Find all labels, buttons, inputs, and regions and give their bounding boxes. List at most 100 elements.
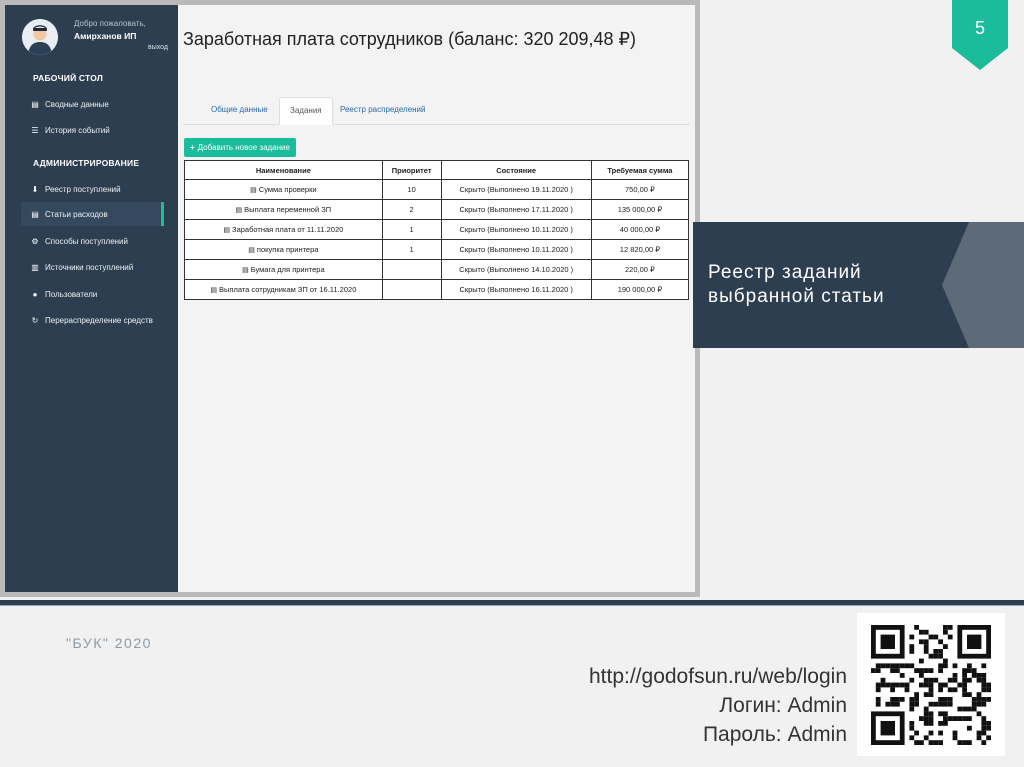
refresh-icon: ↻ (31, 315, 39, 325)
section-title-admin: АДМИНИСТРИРОВАНИЕ (33, 158, 140, 168)
sidebar-item-income-sources[interactable]: ▥ Источники поступлений (21, 255, 164, 279)
cell-status: Скрыто (Выполнено 16.11.2020 ) (440, 279, 592, 300)
column-header-name: Наименование (184, 160, 383, 180)
cell-priority: 1 (381, 219, 442, 240)
column-header-amount: Требуемая сумма (590, 160, 690, 180)
table-row[interactable]: ▤ покупка принтера 1 Скрыто (Выполнено 10… (184, 239, 690, 260)
cell-status: Скрыто (Выполнено 10.11.2020 ) (440, 219, 592, 240)
cell-amount: 40 000,00 ₽ (590, 219, 690, 240)
bar-chart-icon: ▥ (31, 262, 39, 272)
task-name: Бумага для принтера (250, 265, 325, 274)
tasks-table: Наименование Приоритет Состояние Требуем… (184, 160, 690, 300)
slide-number: 5 (974, 18, 985, 38)
download-icon: ⬇ (31, 184, 39, 194)
page-title: Заработная плата сотрудников (баланс: 32… (183, 29, 637, 49)
server-icon: ▤ (31, 209, 39, 219)
sidebar-item-label: Статьи расходов (45, 209, 108, 219)
sidebar-item-label: Сводные данные (45, 99, 109, 109)
tab-bar: Общие данные Задания Реестр распределени… (183, 97, 690, 125)
server-icon: ▤ (235, 207, 243, 214)
plus-icon: + (190, 143, 195, 152)
sidebar-item-label: Перераспределение средств (45, 315, 153, 325)
table-row[interactable]: ▤ Выплата переменной ЗП 2 Скрыто (Выполне… (184, 199, 690, 220)
sidebar-item-label: История событий (45, 125, 110, 135)
cell-name[interactable]: ▤ Выплата переменной ЗП (184, 199, 383, 220)
server-icon: ▤ (250, 187, 257, 194)
task-name: Выплата переменной ЗП (244, 205, 332, 214)
app-screenshot: Добро пожаловать, Амирханов ИП выход РАБ… (0, 0, 700, 597)
tab-general[interactable]: Общие данные (201, 97, 278, 123)
logout-link[interactable]: выход (148, 44, 168, 51)
qr-code (857, 613, 1005, 756)
footer-year: "БУК" 2020 (66, 635, 152, 651)
footer-divider-thin (0, 605, 1024, 606)
gear-icon: ⚙ (31, 236, 39, 246)
cell-priority: 2 (381, 199, 442, 220)
add-task-button[interactable]: + Добавить новое задание (184, 138, 296, 157)
table-row[interactable]: ▤ Выплата сотрудникам ЗП от 16.11.2020 Ск… (184, 279, 690, 300)
sidebar-item-label: Источники поступлений (45, 262, 134, 272)
cell-priority (381, 279, 442, 300)
cell-name[interactable]: ▤ Заработная плата от 11.11.2020 (184, 219, 383, 240)
tab-distribution-registry[interactable]: Реестр распределений (330, 97, 436, 123)
sidebar-item-label: Способы поступлений (45, 236, 128, 246)
cell-name[interactable]: ▤ покупка принтера (184, 239, 383, 260)
cell-amount: 135 000,00 ₽ (590, 199, 690, 220)
sidebar-item-expense-items[interactable]: ▤ Статьи расходов (21, 202, 164, 226)
sidebar: Добро пожаловать, Амирханов ИП выход РАБ… (5, 5, 178, 592)
cell-amount: 190 000,00 ₽ (590, 279, 690, 300)
table-row[interactable]: ▤ Заработная плата от 11.11.2020 1 Скрыто… (184, 219, 690, 240)
cell-name[interactable]: ▤ Выплата сотрудникам ЗП от 16.11.2020 (184, 279, 383, 300)
main-content: Заработная плата сотрудников (баланс: 32… (178, 5, 695, 592)
login-credentials: Логин: Admin (719, 694, 847, 717)
table-row[interactable]: ▤ Бумага для принтера Скрыто (Выполнено 1… (184, 259, 690, 280)
avatar (22, 19, 58, 55)
cell-status: Скрыто (Выполнено 10.11.2020 ) (440, 239, 592, 260)
add-task-button-label: Добавить новое задание (197, 143, 290, 152)
sidebar-item-label: Реестр поступлений (45, 184, 121, 194)
cell-amount: 12 820,00 ₽ (590, 239, 690, 260)
sidebar-item-income-registry[interactable]: ⬇ Реестр поступлений (21, 177, 164, 201)
username: Амирханов ИП (74, 31, 137, 41)
cell-amount: 220,00 ₽ (590, 259, 690, 280)
sidebar-item-income-methods[interactable]: ⚙ Способы поступлений (21, 229, 164, 253)
server-icon: ▤ (31, 99, 39, 109)
server-icon: ▤ (223, 227, 231, 234)
tab-tasks[interactable]: Задания (279, 97, 333, 125)
app-window: Добро пожаловать, Амирханов ИП выход РАБ… (5, 5, 695, 592)
banner-line-2: выбранной статьи (708, 286, 885, 307)
welcome-text: Добро пожаловать, (74, 19, 146, 28)
cell-name[interactable]: ▤ Сумма проверки (184, 179, 383, 200)
server-icon: ▤ (248, 247, 255, 254)
cell-status: Скрыто (Выполнено 19.11.2020 ) (440, 179, 592, 200)
user-avatar-icon (22, 19, 58, 55)
sidebar-item-history[interactable]: ☰ История событий (21, 118, 164, 142)
section-title-desktop: РАБОЧИЙ СТОЛ (33, 73, 104, 83)
banner-line-1: Реестр заданий (708, 262, 862, 283)
login-url[interactable]: http://godofsun.ru/web/login (589, 665, 847, 689)
task-name: Выплата сотрудникам ЗП от 16.11.2020 (218, 285, 357, 294)
cell-status: Скрыто (Выполнено 17.11.2020 ) (440, 199, 592, 220)
sidebar-item-summary[interactable]: ▤ Сводные данные (21, 92, 164, 116)
cell-priority (381, 259, 442, 280)
column-header-status: Состояние (440, 160, 592, 180)
cell-priority: 1 (381, 239, 442, 260)
sidebar-item-users[interactable]: ● Пользователи (21, 282, 164, 306)
qr-code-icon (871, 625, 991, 745)
table-header-row: Наименование Приоритет Состояние Требуем… (184, 160, 690, 180)
server-icon: ▤ (242, 267, 249, 274)
cell-name[interactable]: ▤ Бумага для принтера (184, 259, 383, 280)
list-icon: ☰ (31, 125, 39, 135)
banner-caption: Реестр заданий выбранной статьи (708, 261, 885, 309)
cell-amount: 750,00 ₽ (590, 179, 690, 200)
user-icon: ● (32, 289, 38, 299)
sidebar-item-redistribution[interactable]: ↻ Перераспределение средств (21, 308, 164, 332)
table-row[interactable]: ▤ Сумма проверки 10 Скрыто (Выполнено 19.… (184, 179, 690, 200)
sidebar-item-label: Пользователи (45, 289, 98, 299)
cell-status: Скрыто (Выполнено 14.10.2020 ) (440, 259, 592, 280)
password-credentials: Пароль: Admin (702, 723, 847, 746)
task-name: покупка принтера (256, 245, 319, 254)
server-icon: ▤ (210, 287, 217, 294)
task-name: Сумма проверки (258, 185, 317, 194)
cell-priority: 10 (381, 179, 442, 200)
